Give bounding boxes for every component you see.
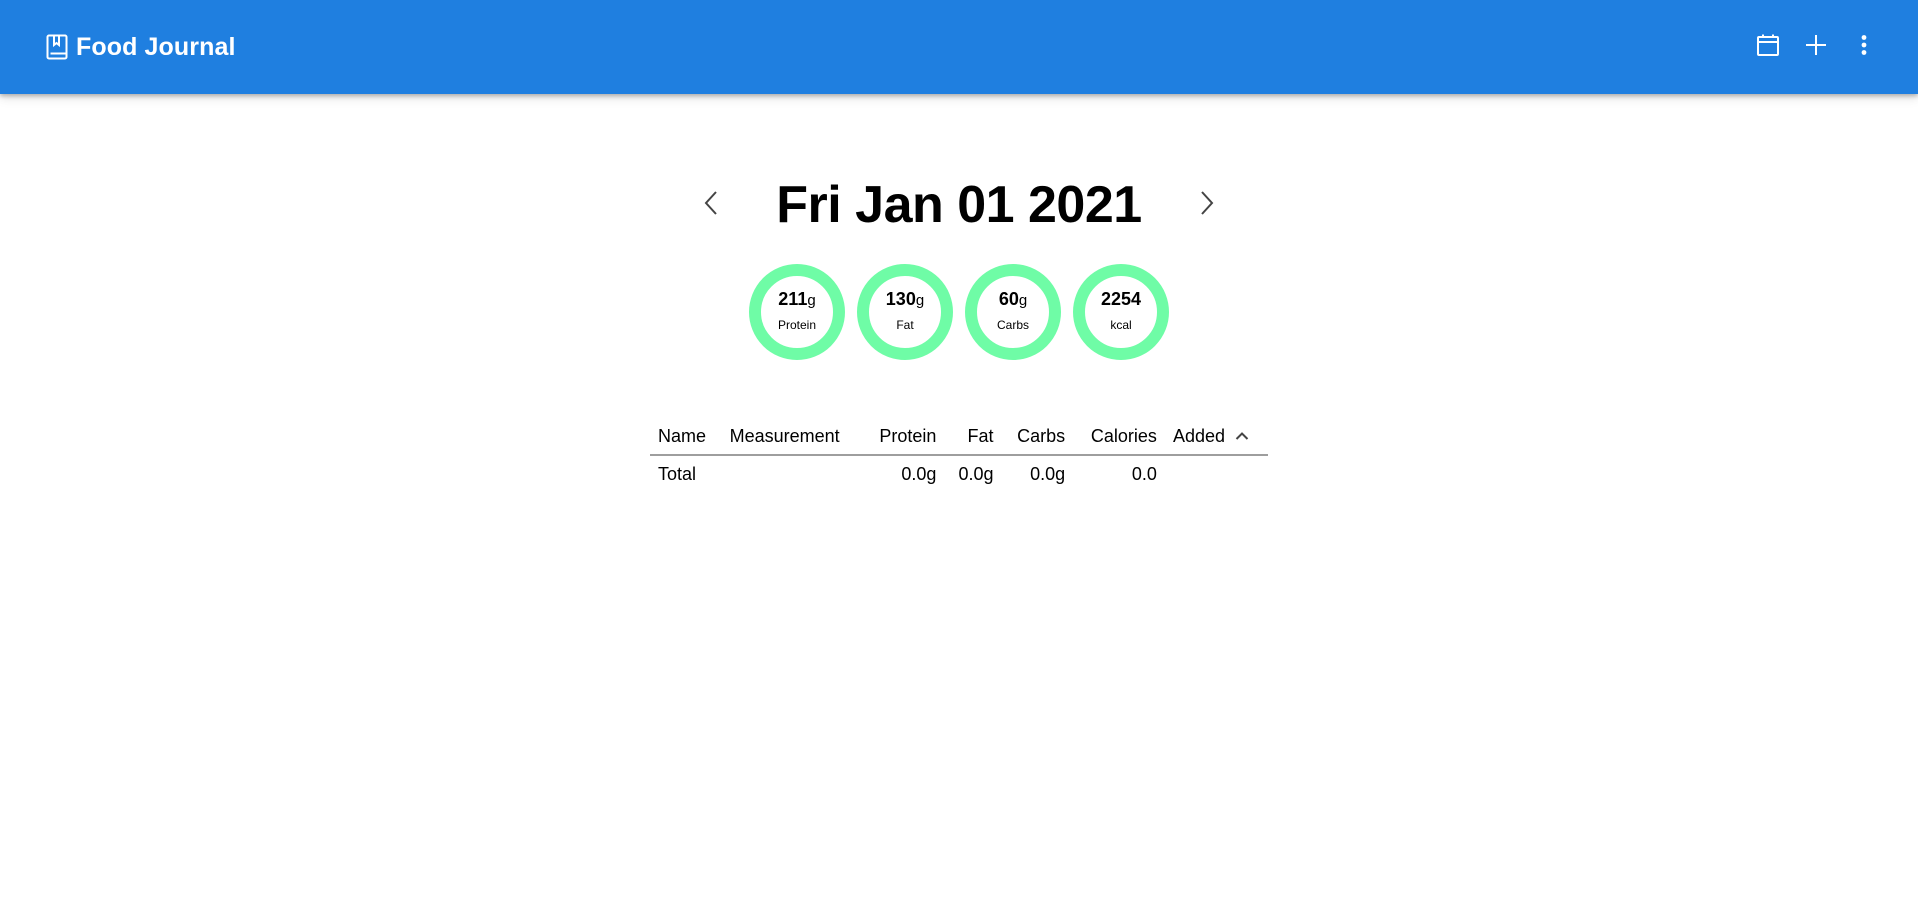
column-header-name[interactable]: Name — [650, 418, 722, 456]
macro-summary: 211g Protein 130g Fat 60g Carbs 2254 kca… — [0, 264, 1918, 364]
calories-value: 2254 — [1100, 288, 1142, 309]
date-navigator: Fri Jan 01 2021 — [0, 168, 1918, 242]
carbs-value: 60g — [998, 288, 1028, 309]
fat-label: Fat — [896, 317, 914, 332]
calendar-icon — [1756, 33, 1780, 62]
toolbar-actions — [1744, 0, 1888, 94]
calories-label: kcal — [1110, 317, 1132, 332]
chevron-up-icon — [1235, 431, 1249, 441]
column-header-fat[interactable]: Fat — [944, 418, 1002, 456]
column-header-protein[interactable]: Protein — [862, 418, 945, 456]
carbs-ring: 60g Carbs — [965, 264, 1061, 360]
protein-ring: 211g Protein — [749, 264, 845, 360]
carbs-label: Carbs — [996, 317, 1029, 332]
column-header-calories[interactable]: Calories — [1073, 418, 1165, 456]
column-header-added-label: Added — [1172, 425, 1225, 446]
more-vertical-icon — [1852, 33, 1876, 62]
total-carbs-cell: 0.0g — [1030, 464, 1066, 484]
add-entry-button[interactable] — [1792, 23, 1840, 71]
app-title: Food Journal — [76, 32, 236, 61]
total-calories-cell: 0.0 — [1131, 464, 1157, 484]
total-added-cell — [1165, 455, 1268, 493]
total-row: Total 0.0g 0.0g 0.0g 0.0 — [650, 455, 1268, 493]
column-header-added[interactable]: Added — [1164, 418, 1268, 456]
protein-value: 211g — [778, 288, 816, 309]
calendar-button[interactable] — [1744, 23, 1792, 71]
total-name-cell: Total — [658, 464, 697, 484]
chevron-right-icon — [1196, 190, 1216, 221]
food-log-table: Name Measurement Protein Fat Carbs Calor… — [650, 418, 1268, 493]
column-header-measurement[interactable]: Measurement — [721, 418, 863, 456]
date-title: Fri Jan 01 2021 — [776, 176, 1142, 234]
total-fat-cell: 0.0g — [958, 464, 994, 484]
next-day-button[interactable] — [1184, 183, 1228, 227]
total-measurement-cell — [722, 455, 863, 493]
calories-ring: 2254 kcal — [1073, 264, 1169, 360]
more-options-button[interactable] — [1840, 23, 1888, 71]
fat-value: 130g — [885, 288, 925, 309]
book-bookmark-icon — [46, 33, 70, 61]
protein-label: Protein — [777, 317, 817, 332]
brand: Food Journal — [46, 0, 236, 94]
total-protein-cell: 0.0g — [901, 464, 937, 484]
fat-ring: 130g Fat — [857, 264, 953, 360]
chevron-left-icon — [702, 190, 722, 221]
plus-icon — [1804, 33, 1828, 62]
table-header-row: Name Measurement Protein Fat Carbs Calor… — [650, 418, 1268, 456]
column-header-carbs[interactable]: Carbs — [1001, 418, 1074, 456]
app-bar: Food Journal — [0, 0, 1918, 94]
previous-day-button[interactable] — [690, 183, 734, 227]
